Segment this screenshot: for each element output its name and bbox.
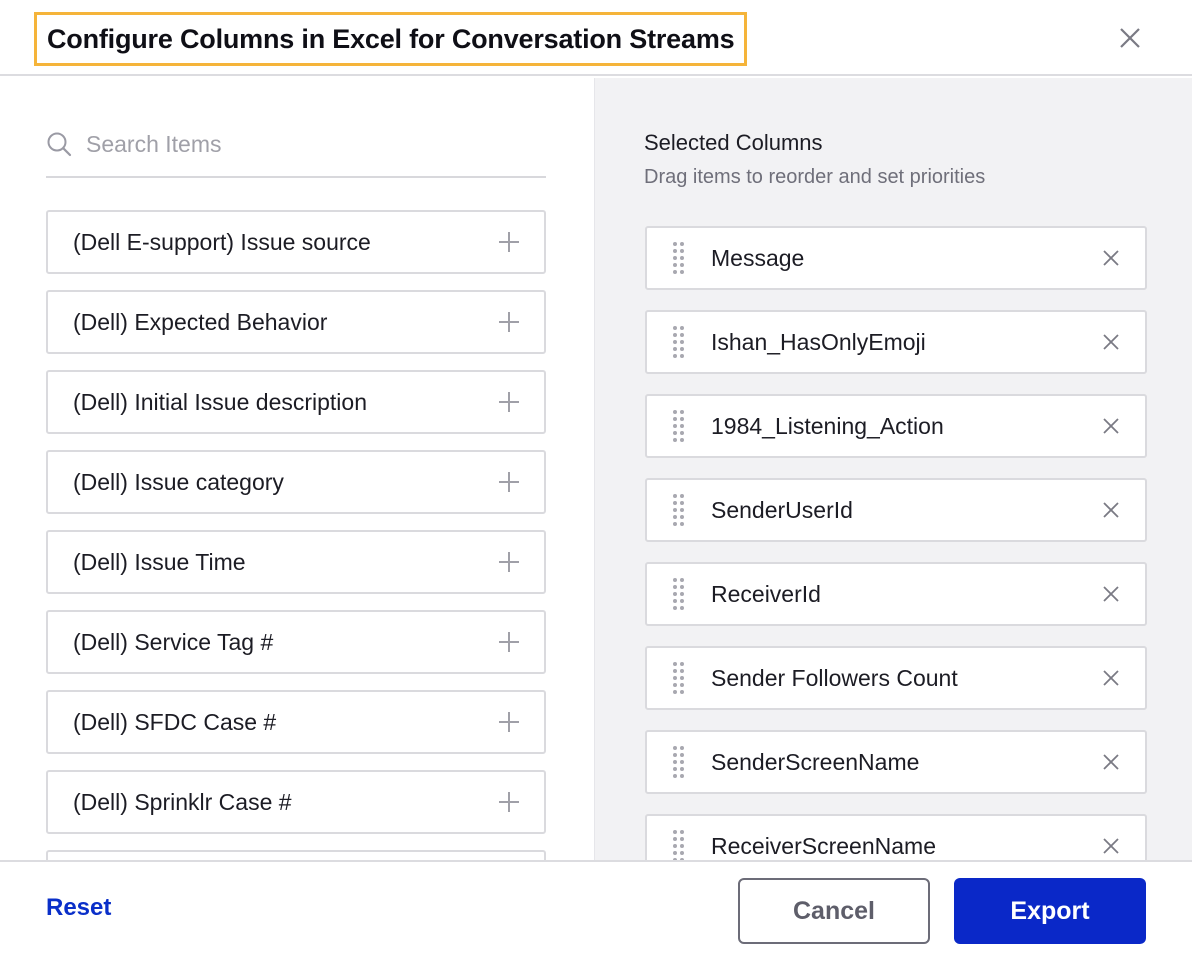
selected-columns-panel: Selected Columns Drag items to reorder a…: [594, 78, 1192, 860]
selected-item[interactable]: SenderScreenName: [645, 730, 1147, 794]
available-item-label: (Dell) Issue category: [73, 468, 284, 495]
available-item-label: (Dell) Initial Issue description: [73, 388, 368, 415]
remove-icon[interactable]: [1101, 416, 1121, 436]
export-button[interactable]: Export: [954, 878, 1146, 944]
drag-handle-icon[interactable]: [671, 409, 687, 443]
selected-item[interactable]: ReceiverScreenName: [645, 814, 1147, 860]
available-item-label: (Dell) Service Tag #: [73, 628, 274, 655]
remove-icon[interactable]: [1101, 752, 1121, 772]
available-item[interactable]: (Dell) Service Tag #: [46, 610, 546, 674]
selected-item-label: SenderUserId: [711, 496, 853, 523]
close-icon: [1120, 28, 1140, 48]
drag-handle-icon[interactable]: [671, 577, 687, 611]
selected-item-label: Sender Followers Count: [711, 664, 958, 691]
plus-icon[interactable]: [498, 311, 520, 333]
remove-icon[interactable]: [1101, 668, 1121, 688]
available-item-label: (Dell) SFDC Case #: [73, 708, 277, 735]
drag-handle-icon[interactable]: [671, 661, 687, 695]
search-bar: [46, 118, 546, 178]
plus-icon[interactable]: [498, 471, 520, 493]
reset-link[interactable]: Reset: [46, 894, 111, 922]
remove-icon[interactable]: [1101, 836, 1121, 856]
remove-icon[interactable]: [1101, 332, 1121, 352]
selected-item[interactable]: ReceiverId: [645, 562, 1147, 626]
remove-icon[interactable]: [1101, 248, 1121, 268]
selected-item[interactable]: 1984_Listening_Action: [645, 394, 1147, 458]
selected-item-label: SenderScreenName: [711, 748, 920, 775]
selected-item[interactable]: Sender Followers Count: [645, 646, 1147, 710]
available-item-label: (Dell) Sprinklr Case #: [73, 788, 292, 815]
available-item-label: (Dell) Issue Time: [73, 548, 246, 575]
drag-handle-icon[interactable]: [671, 325, 687, 359]
selected-item-label: ReceiverScreenName: [711, 832, 936, 859]
plus-icon[interactable]: [498, 711, 520, 733]
drag-handle-icon[interactable]: [671, 745, 687, 779]
drag-handle-icon[interactable]: [671, 493, 687, 527]
available-item[interactable]: [46, 850, 546, 860]
available-item[interactable]: (Dell E-support) Issue source: [46, 210, 546, 274]
selected-item-label: Message: [711, 244, 805, 271]
available-columns-panel: (Dell E-support) Issue source (Dell) Exp…: [0, 78, 594, 860]
dialog-footer: Reset Cancel Export: [0, 860, 1192, 956]
dialog-title: Configure Columns in Excel for Conversat…: [47, 23, 735, 54]
title-highlight-box: Configure Columns in Excel for Conversat…: [34, 12, 748, 66]
plus-icon[interactable]: [498, 791, 520, 813]
available-columns-list: (Dell E-support) Issue source (Dell) Exp…: [46, 210, 546, 860]
available-item[interactable]: (Dell) Issue Time: [46, 530, 546, 594]
plus-icon[interactable]: [498, 391, 520, 413]
remove-icon[interactable]: [1101, 500, 1121, 520]
available-item-label: (Dell) Expected Behavior: [73, 308, 328, 335]
selected-columns-subtitle: Drag items to reorder and set priorities: [644, 166, 986, 188]
selected-columns-list: Message Ishan_HasOnlyEmoji 1984_Listenin…: [645, 226, 1147, 860]
selected-item-label: Ishan_HasOnlyEmoji: [711, 328, 926, 355]
selected-item[interactable]: Ishan_HasOnlyEmoji: [645, 310, 1147, 374]
search-input[interactable]: [86, 130, 526, 158]
selected-item-label: 1984_Listening_Action: [711, 412, 944, 439]
search-icon: [47, 132, 72, 157]
remove-icon[interactable]: [1101, 584, 1121, 604]
plus-icon[interactable]: [498, 551, 520, 573]
available-item[interactable]: (Dell) SFDC Case #: [46, 690, 546, 754]
available-item[interactable]: (Dell) Expected Behavior: [46, 290, 546, 354]
available-item[interactable]: (Dell) Sprinklr Case #: [46, 770, 546, 834]
dialog-header: Configure Columns in Excel for Conversat…: [0, 0, 1192, 76]
selected-item[interactable]: SenderUserId: [645, 478, 1147, 542]
close-button[interactable]: [1114, 22, 1146, 54]
plus-icon[interactable]: [498, 231, 520, 253]
plus-icon[interactable]: [498, 631, 520, 653]
drag-handle-icon[interactable]: [671, 241, 687, 275]
selected-columns-title: Selected Columns: [644, 130, 823, 155]
available-item-label: (Dell E-support) Issue source: [73, 228, 371, 255]
available-item[interactable]: (Dell) Initial Issue description: [46, 370, 546, 434]
available-item[interactable]: (Dell) Issue category: [46, 450, 546, 514]
selected-item[interactable]: Message: [645, 226, 1147, 290]
cancel-button[interactable]: Cancel: [738, 878, 930, 944]
drag-handle-icon[interactable]: [671, 829, 687, 860]
selected-item-label: ReceiverId: [711, 580, 821, 607]
